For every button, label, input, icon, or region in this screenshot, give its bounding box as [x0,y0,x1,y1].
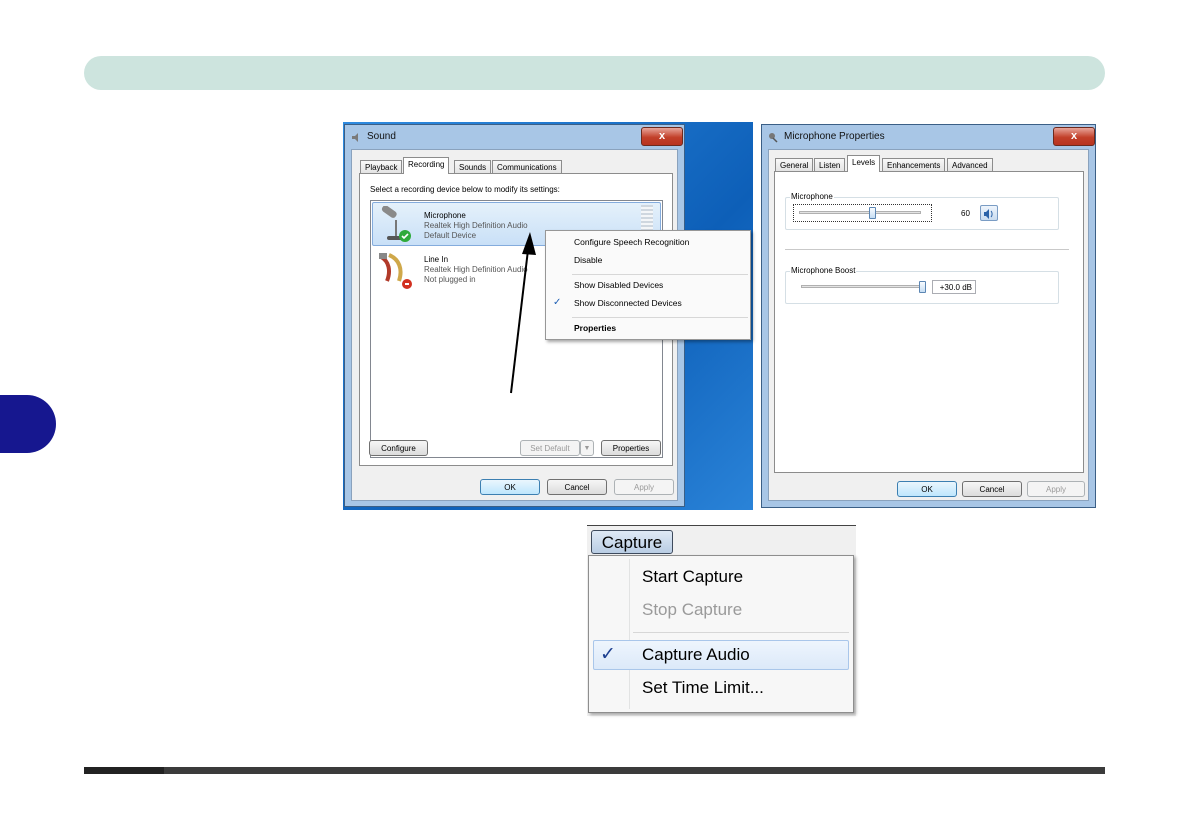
boost-value: +30.0 dB [932,280,976,294]
microphone-boost-label: Microphone Boost [790,266,857,275]
chevron-down-icon: ▼ [583,445,591,452]
speaker-icon [352,133,358,142]
speaker-icon [984,209,993,219]
capture-menu-button[interactable]: Capture [591,530,673,554]
tab-playback[interactable]: Playback [360,160,403,174]
cancel-button[interactable]: Cancel [962,481,1022,497]
device-status: Not plugged in [424,275,476,284]
page-header-bar [84,56,1105,90]
microphone-icon [769,133,778,143]
menu-item-show-disconnected[interactable]: Show Disconnected Devices [574,298,682,308]
cancel-button[interactable]: Cancel [547,479,607,495]
tab-recording[interactable]: Recording [403,157,450,174]
check-icon: ✓ [600,643,616,665]
menu-item-disable[interactable]: Disable [574,255,602,265]
divider [785,249,1069,250]
menu-separator [633,632,849,633]
footer-rule [84,767,1105,774]
line-in-icon [379,253,412,289]
tab-general[interactable]: General [775,158,814,172]
microphone-value: 60 [961,209,970,218]
device-name: Microphone [424,211,466,220]
menu-item-set-time-limit[interactable]: Set Time Limit... [642,678,764,698]
device-status: Default Device [424,231,477,240]
properties-button[interactable]: Properties [601,440,661,456]
tab-communications[interactable]: Communications [492,160,562,174]
ok-button[interactable]: OK [897,481,957,497]
microphone-slider-thumb[interactable] [869,207,877,219]
menu-item-stop-capture[interactable]: Stop Capture [642,600,742,620]
footer-rule-accent [84,767,164,774]
window-title: Microphone Properties [784,131,885,142]
menu-item-configure-speech[interactable]: Configure Speech Recognition [574,237,689,247]
microphone-icon [381,206,411,242]
microphone-label: Microphone [790,192,834,201]
menu-gutter-line [629,559,630,709]
apply-button[interactable]: Apply [614,479,674,495]
close-button[interactable]: x [641,127,683,146]
tab-sounds[interactable]: Sounds [454,160,492,174]
device-name: Line In [424,255,449,264]
menu-item-show-disabled[interactable]: Show Disabled Devices [574,280,663,290]
menubar-rule [587,525,856,526]
dialog-client-area: General Listen Levels Enhancements Advan… [768,149,1089,501]
pointer-arrow [510,232,536,394]
close-button[interactable]: x [1053,127,1095,146]
menu-item-start-capture[interactable]: Start Capture [642,567,743,587]
capture-dropdown: Start Capture Stop Capture ✓ Capture Aud… [588,555,854,713]
instruction-text: Select a recording device below to modif… [370,185,560,194]
context-menu: Configure Speech Recognition Disable Sho… [545,230,751,340]
check-icon: ✓ [553,297,562,308]
menu-item-capture-audio[interactable]: Capture Audio [642,645,750,665]
ok-button[interactable]: OK [480,479,540,495]
boost-slider[interactable] [801,285,923,288]
menu-separator [572,274,748,275]
set-default-button[interactable]: Set Default [520,440,580,456]
tab-enhancements[interactable]: Enhancements [882,158,946,172]
menu-separator [572,317,748,318]
mute-button[interactable] [980,205,998,221]
tab-page: Microphone 60 Microphone Boost +30.0 dB [774,171,1084,473]
configure-button[interactable]: Configure [369,440,428,456]
tab-levels[interactable]: Levels [847,155,881,172]
tab-advanced[interactable]: Advanced [947,158,993,172]
apply-button[interactable]: Apply [1027,481,1085,497]
menu-item-properties[interactable]: Properties [574,323,616,333]
tab-listen[interactable]: Listen [814,158,846,172]
chapter-side-tab [0,395,56,453]
window-title: Sound [367,131,396,142]
boost-slider-thumb[interactable] [919,281,926,293]
microphone-slider[interactable] [799,211,921,214]
set-default-dropdown[interactable]: ▼ [580,440,594,456]
microphone-properties-dialog: Microphone Properties x General Listen L… [761,124,1096,508]
